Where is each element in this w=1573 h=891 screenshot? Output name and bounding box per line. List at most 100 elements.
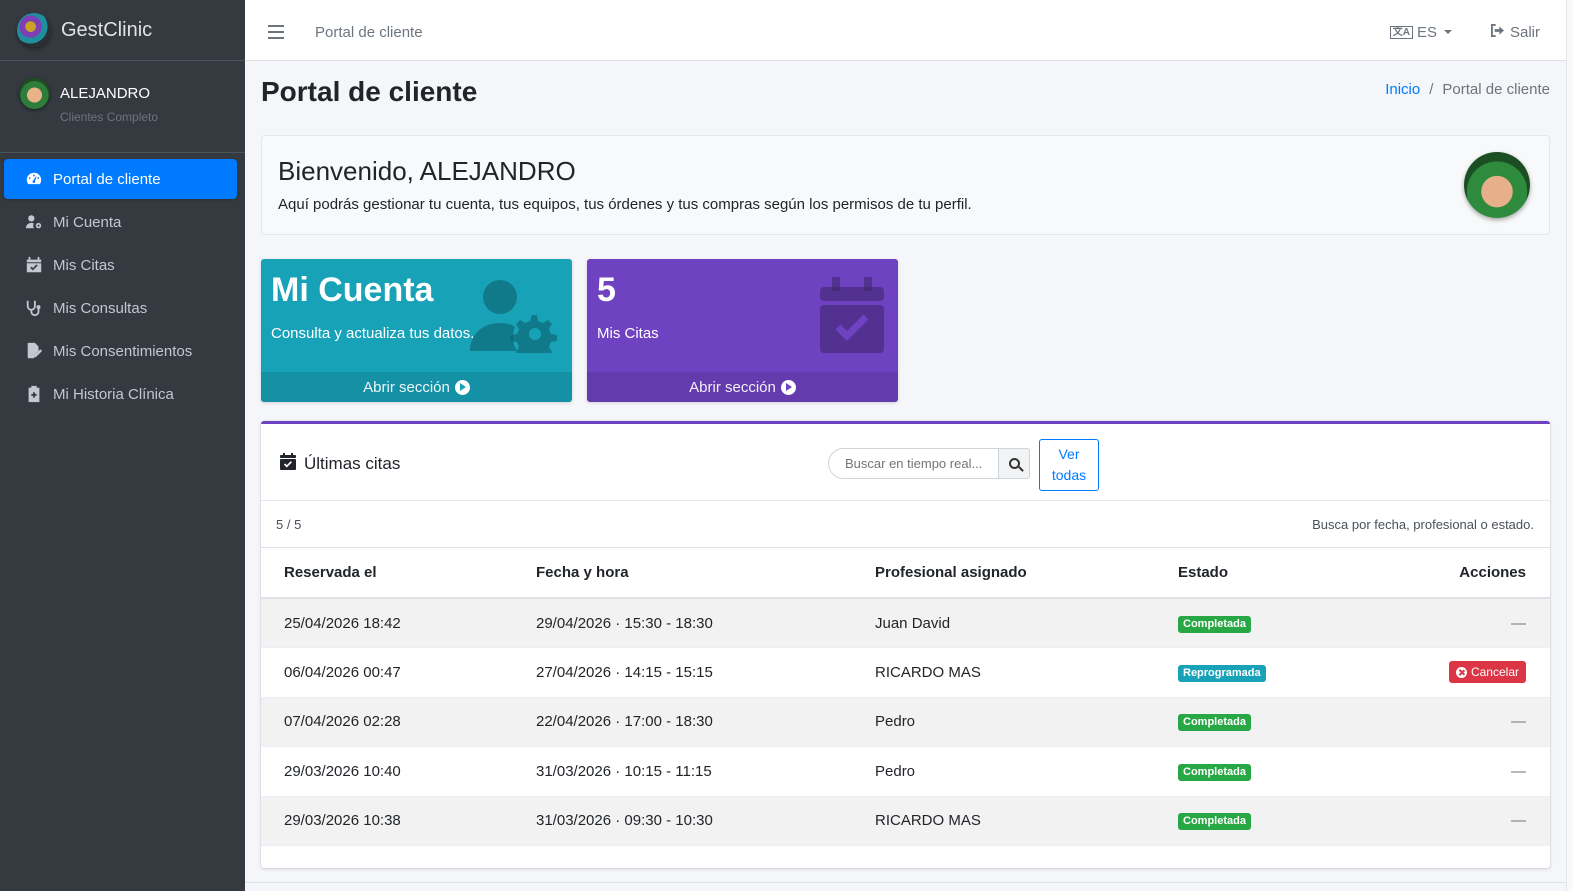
sidebar-item-mis-citas[interactable]: Mis Citas [4, 245, 237, 285]
no-action: — [1511, 812, 1526, 830]
datetime-cell: 22/04/2026 · 17:00 - 18:30 [536, 697, 875, 747]
sidebar-item-label: Mis Consultas [53, 299, 148, 317]
medical-file-icon [23, 385, 45, 403]
arrow-circle-right-icon [454, 379, 470, 395]
calendar-check-icon [23, 256, 45, 274]
sidebar-item-label: Mis Consentimientos [53, 342, 193, 360]
no-action: — [1511, 762, 1526, 780]
datetime-cell: 31/03/2026 · 10:15 - 11:15 [536, 746, 875, 797]
brand-link[interactable]: GestClinic [0, 0, 245, 61]
status-badge: Completada [1178, 813, 1251, 831]
sidebar-item-mi-historia-clinica[interactable]: Mi Historia Clínica [4, 374, 237, 414]
no-action: — [1511, 713, 1526, 731]
brand-name: GestClinic [61, 18, 153, 41]
appointments-table: Reservada el Fecha y hora Profesional as… [261, 548, 1550, 846]
user-role: Clientes Completo [60, 110, 159, 124]
user-name[interactable]: ALEJANDRO [60, 85, 158, 102]
status-badge: Completada [1178, 714, 1251, 732]
user-gear-icon [23, 213, 45, 231]
column-header[interactable]: Profesional asignado [875, 548, 1178, 599]
table-row: 06/04/2026 00:47 27/04/2026 · 14:15 - 15… [261, 647, 1550, 698]
sidebar-item-label: Mis Citas [53, 256, 115, 274]
logout-button[interactable]: Salir [1490, 23, 1540, 41]
search-hint: Busca por fecha, profesional o estado. [1312, 516, 1534, 532]
footer-strip [245, 882, 1566, 891]
datetime-cell: 31/03/2026 · 09:30 - 10:30 [536, 796, 875, 846]
arrow-circle-right-icon [780, 379, 796, 395]
box-title: Mi Cuenta [271, 271, 434, 309]
card-title: Últimas citas [280, 453, 400, 475]
welcome-heading: Bienvenido, ALEJANDRO [278, 156, 576, 186]
brand-logo [17, 13, 51, 47]
language-icon: 文A [1389, 25, 1413, 39]
chevron-down-icon [1443, 30, 1452, 34]
search-icon [1008, 458, 1020, 469]
column-header[interactable]: Fecha y hora [536, 548, 875, 599]
table-row: 07/04/2026 02:28 22/04/2026 · 17:00 - 18… [261, 697, 1550, 747]
calendar-check-icon [820, 277, 884, 353]
box-text: Mis Citas [597, 325, 659, 342]
scrollbar[interactable] [1566, 0, 1573, 891]
sidebar-item-mis-consultas[interactable]: Mis Consultas [4, 288, 237, 328]
sidebar-item-mi-cuenta[interactable]: Mi Cuenta [4, 202, 237, 242]
table-row: 29/03/2026 10:38 31/03/2026 · 09:30 - 10… [261, 796, 1550, 846]
results-count: 5 / 5 [276, 516, 302, 532]
professional-cell: Juan David [875, 598, 1178, 648]
search-group [828, 448, 1030, 479]
breadcrumb-home-link[interactable]: Inicio [1385, 81, 1420, 98]
menu-toggle-icon[interactable] [268, 25, 284, 39]
box-footer-label: Abrir sección [363, 378, 450, 396]
language-label: ES [1416, 23, 1437, 41]
box-title: 5 [597, 271, 616, 309]
box-footer-label: Abrir sección [689, 378, 776, 396]
table-row: 25/04/2026 18:42 29/04/2026 · 15:30 - 18… [261, 598, 1550, 648]
dashboard-icon [23, 170, 45, 188]
view-all-line1: Ver [1058, 446, 1080, 462]
column-header[interactable]: Estado [1178, 548, 1378, 599]
cancel-button[interactable]: Cancelar [1448, 661, 1526, 684]
navbar-title-link[interactable]: Portal de cliente [315, 24, 423, 41]
profile-avatar [1464, 152, 1530, 218]
reserved-cell: 29/03/2026 10:40 [261, 746, 536, 797]
mi-cuenta-open-link[interactable]: Abrir sección [261, 372, 572, 402]
card-header: Últimas citas Ver todas [261, 424, 1550, 501]
professional-cell: RICARDO MAS [875, 796, 1178, 846]
datetime-cell: 27/04/2026 · 14:15 - 15:15 [536, 647, 875, 698]
sign-out-icon [1490, 23, 1505, 41]
breadcrumb: Inicio / Portal de cliente [1385, 81, 1550, 98]
search-button[interactable] [998, 448, 1030, 479]
breadcrumb-separator: / [1429, 81, 1434, 98]
reserved-cell: 07/04/2026 02:28 [261, 697, 536, 747]
calendar-check-icon [280, 453, 296, 475]
sidebar-item-mis-consentimientos[interactable]: Mis Consentimientos [4, 331, 237, 371]
no-action: — [1511, 614, 1526, 632]
professional-cell: Pedro [875, 746, 1178, 797]
view-all-label: Ver todas [1052, 444, 1086, 486]
results-info-bar: 5 / 5 Busca por fecha, profesional o est… [261, 501, 1550, 548]
search-input[interactable] [828, 448, 998, 479]
reserved-cell: 06/04/2026 00:47 [261, 647, 536, 698]
user-panel: ALEJANDRO Clientes Completo [0, 61, 245, 153]
status-badge: Completada [1178, 615, 1251, 633]
column-header[interactable]: Reservada el [261, 548, 536, 599]
logout-label: Salir [1509, 23, 1540, 41]
language-dropdown[interactable]: 文A ES [1389, 23, 1452, 41]
cancel-label: Cancelar [1470, 665, 1519, 680]
welcome-text: Aquí podrás gestionar tu cuenta, tus equ… [278, 196, 972, 213]
welcome-callout: Bienvenido, ALEJANDRO Aquí podrás gestio… [261, 135, 1550, 235]
reserved-cell: 29/03/2026 10:38 [261, 796, 536, 846]
sidebar-item-label: Mi Historia Clínica [53, 385, 174, 403]
table-header-row: Reservada el Fecha y hora Profesional as… [261, 548, 1550, 599]
file-signature-icon [23, 342, 45, 360]
mis-citas-open-link[interactable]: Abrir sección [587, 372, 898, 402]
reserved-cell: 25/04/2026 18:42 [261, 598, 536, 648]
user-avatar[interactable] [19, 78, 50, 109]
sidebar-item-portal[interactable]: Portal de cliente [4, 159, 237, 199]
times-circle-icon [1455, 666, 1467, 678]
column-header: Acciones [1378, 548, 1550, 599]
sidebar-nav: Portal de cliente Mi Cuenta Mis Citas Mi… [0, 153, 245, 414]
view-all-button[interactable]: Ver todas [1039, 439, 1099, 491]
sidebar-item-label: Portal de cliente [53, 170, 161, 188]
card-title-label: Últimas citas [304, 454, 401, 473]
sidebar-item-label: Mi Cuenta [53, 213, 122, 231]
